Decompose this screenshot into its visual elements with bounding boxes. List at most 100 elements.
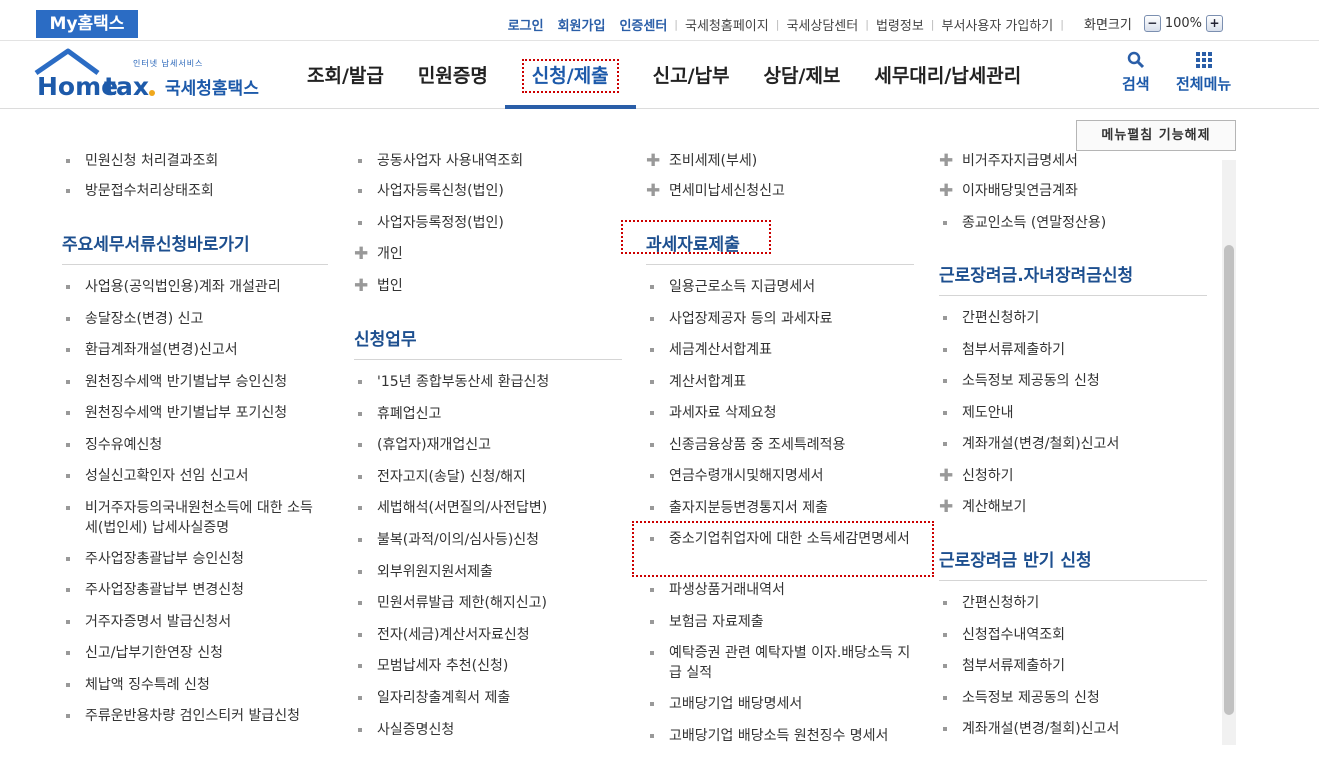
square-bullet-icon [66,588,70,592]
square-bullet-icon [358,443,362,448]
square-bullet-icon [66,442,70,447]
plus-icon: ✚ [939,465,954,486]
square-bullet-icon [358,632,362,637]
plus-icon: ✚ [646,151,661,171]
grid-menu-icon [1195,52,1212,68]
top-utility-bar: My홈택스 로그인 회원가입 인증센터 | 국세청홈페이지 | 국세상담센터 |… [0,0,1319,41]
square-bullet-icon [66,285,70,289]
nav-report-pay[interactable]: 신고/납부 [636,41,747,109]
square-bullet-icon [650,285,654,289]
menu-item-label: 휴폐업신고 [377,405,442,422]
all-menu-tool[interactable]: 전체메뉴 [1176,51,1231,94]
menu-item-label: 계좌개설(변경/철회)신고서 [962,721,1120,737]
square-bullet-icon [943,664,947,668]
square-bullet-icon [650,619,654,624]
square-bullet-icon [943,379,947,383]
menu-item-label: 사업장제공자 등의 과세자료 [669,310,833,327]
search-tool[interactable]: 검색 [1122,51,1150,94]
dept-user-signup-link[interactable]: 부서사용자 가입하기 [935,15,1061,34]
plus-icon: ✚ [646,181,661,201]
square-bullet-icon [358,411,362,416]
square-bullet-icon [943,601,947,605]
menu-item-label: 예탁증권 관련 예탁자별 이자.배당소득 지급 실적 [669,645,911,681]
zoom-out-button[interactable]: − [1143,15,1161,32]
menu-item-label: 일자리창출계획서 제출 [377,690,511,706]
section-divider [939,295,1207,296]
square-bullet-icon [358,189,362,193]
menu-item-label: 출자지분등변경통지서 제출 [669,499,829,516]
square-bullet-icon [358,538,362,542]
scrollbar-thumb[interactable] [1224,245,1234,715]
menu-item-label: 비거주자등의국내원천소득에 대한 소득세(법인세) 납세사실증명 [85,499,313,536]
square-bullet-icon [650,702,654,706]
nav-inquiry-issue[interactable]: 조회/발급 [290,41,401,109]
cert-center-link[interactable]: 인증센터 [612,15,674,34]
square-bullet-icon [66,651,70,655]
nts-homepage-link[interactable]: 국세청홈페이지 [678,15,776,34]
menu-item-label: 간편신청하기 [962,595,1040,611]
menu-item-label: 거주자증명서 발급신청서 [85,613,232,630]
menu-item-label: 공동사업자 사용내역조회 [377,153,524,169]
square-bullet-icon [66,189,70,193]
square-bullet-icon [358,664,362,669]
signup-link[interactable]: 회원가입 [551,15,613,34]
menu-item-label: 체납액 징수특례 신청 [85,676,210,693]
square-bullet-icon [66,556,70,561]
all-menu-label: 전체메뉴 [1176,75,1232,93]
separator: | [1060,17,1064,31]
nts-counsel-link[interactable]: 국세상담센터 [779,15,865,34]
square-bullet-icon [66,316,70,321]
nav-counsel-report[interactable]: 상담/제보 [747,41,858,109]
law-info-link[interactable]: 법령정보 [869,15,931,34]
section-divider [354,359,622,360]
menu-item-label: 파생상품거래내역서 [669,582,785,598]
menu-item-label: 계산해보기 [962,499,1027,515]
square-bullet-icon [66,474,70,478]
zoom-value: 100% [1164,16,1202,31]
hometax-logo[interactable]: Home tax 인터넷 납세서비스 국세청홈택스 [34,47,274,105]
square-bullet-icon [943,695,947,700]
square-bullet-icon [943,221,947,225]
menu-item-label: 개인 [377,246,403,262]
menu-item-label: 원천징수세액 반기별납부 승인신청 [85,373,288,390]
nav-apply-submit[interactable]: 신청/제출 [504,41,636,109]
menu-item-label: 사실증명신청 [377,721,455,738]
menu-item-label: 세금계산서합계표 [669,342,773,358]
menu-item-label: 소득정보 제공동의 신청 [962,689,1100,706]
nav-civil-cert[interactable]: 민원증명 [401,41,505,109]
square-bullet-icon [650,442,654,447]
menu-item-label: '15년 종합부동산세 환급신청 [377,374,550,390]
menu-item-label: 모범납세자 추천(신청) [377,658,509,675]
square-bullet-icon [358,159,362,163]
menu-item-label: 사업용(공익법인용)계좌 개설관리 [85,279,281,295]
global-nav: 조회/발급 민원증명 신청/제출 신고/납부 상담/제보 세무대리/납세관리 [290,41,1038,109]
square-bullet-icon [66,682,70,687]
zoom-in-button[interactable]: + [1206,15,1223,32]
menu-item-label: 환급계좌개설(변경)신고서 [85,342,238,358]
menu-item-label: 법인 [377,278,403,294]
square-bullet-icon [943,347,947,352]
my-hometax-button[interactable]: My홈택스 [36,10,138,38]
menu-item-label: 소득정보 제공동의 신청 [962,373,1100,389]
plus-icon: ✚ [354,276,369,296]
section-title: 주요세무서류신청바로가기 [62,235,250,255]
login-link[interactable]: 로그인 [501,15,551,34]
nav-tax-agent[interactable]: 세무대리/납세관리 [857,41,1038,109]
square-bullet-icon [358,506,362,511]
square-bullet-icon [650,588,654,592]
menu-item-label: 조비세제(부세) [669,153,758,169]
menu-item-label: 이자배당및연금계좌 [962,183,1078,199]
search-label: 검색 [1122,75,1150,93]
menu-item-label: 주류운반용차량 검인스티커 발급신청 [85,708,300,724]
menu-item-label: 원천징수세액 반기별납부 포기신청 [85,405,288,421]
menu-item-label: 주사업장총괄납부 승인신청 [85,550,245,567]
menu-item-label: (휴업자)재개업신고 [377,437,491,454]
menu-item-label: 첨부서류제출하기 [962,341,1066,358]
square-bullet-icon [66,619,70,624]
zoom-label: 화면크기 [1083,18,1132,33]
menu-item-label: 방문접수처리상태조회 [85,183,214,199]
menu-expand-toggle-button[interactable]: 메뉴펼침 기능해제 [1076,120,1236,151]
section-divider [62,264,328,265]
square-bullet-icon [650,348,654,352]
vertical-scrollbar[interactable] [1222,160,1236,745]
